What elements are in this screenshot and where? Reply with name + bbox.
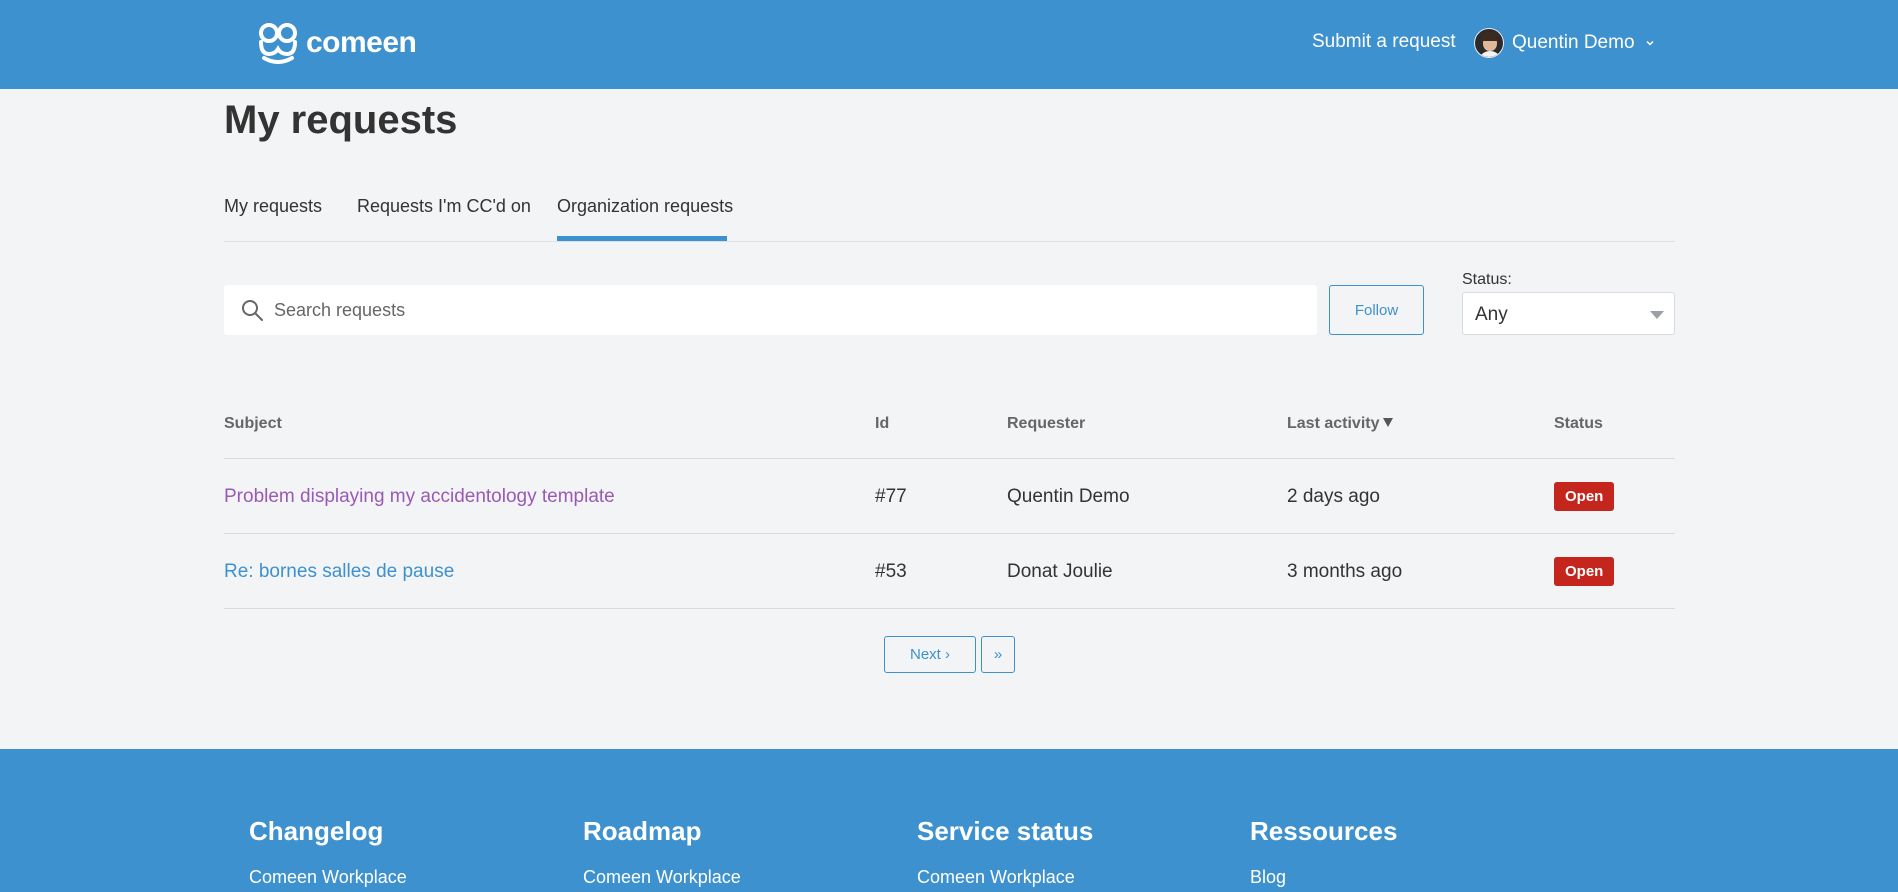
search-input[interactable] xyxy=(274,285,1304,335)
request-subject-link[interactable]: Problem displaying my accidentology temp… xyxy=(224,486,615,508)
request-tabs: My requests Requests I'm CC'd on Organiz… xyxy=(224,193,1675,242)
sort-descending-icon xyxy=(1383,418,1394,427)
status-filter-label: Status: xyxy=(1462,271,1512,288)
page-title: My requests xyxy=(224,98,458,142)
request-requester: Donat Joulie xyxy=(1007,561,1113,582)
tab-my-requests[interactable]: My requests xyxy=(224,196,322,217)
logo-text: comeen xyxy=(306,26,417,59)
footer-link[interactable]: Comeen Workplace xyxy=(249,867,407,888)
request-requester: Quentin Demo xyxy=(1007,486,1130,507)
column-header-id[interactable]: Id xyxy=(875,415,889,433)
column-header-status[interactable]: Status xyxy=(1554,415,1603,433)
request-id: #53 xyxy=(875,561,907,582)
request-last-activity: 2 days ago xyxy=(1287,486,1380,507)
request-last-activity: 3 months ago xyxy=(1287,561,1403,582)
footer-link[interactable]: Blog xyxy=(1250,867,1397,888)
footer-heading: Service status xyxy=(917,816,1094,846)
search-icon xyxy=(242,300,263,321)
comeen-logo-icon xyxy=(259,23,297,64)
pagination-last-button[interactable]: » xyxy=(981,636,1015,673)
table-row: Re: bornes salles de pause #53 Donat Jou… xyxy=(224,534,1675,609)
chevron-down-icon xyxy=(1645,40,1654,46)
column-header-subject[interactable]: Subject xyxy=(224,415,282,433)
site-footer: Changelog Comeen Workplace Roadmap Comee… xyxy=(0,749,1898,892)
footer-column-service-status: Service status Comeen Workplace xyxy=(917,816,1093,888)
tab-cc-requests[interactable]: Requests I'm CC'd on xyxy=(357,196,531,217)
footer-heading: Ressources xyxy=(1250,816,1398,846)
top-header: comeen Submit a request Quentin Demo xyxy=(0,0,1898,89)
status-badge: Open xyxy=(1554,557,1615,586)
column-header-last-activity[interactable]: Last activity xyxy=(1287,415,1394,433)
footer-column-roadmap: Roadmap Comeen Workplace xyxy=(583,816,741,888)
avatar xyxy=(1474,28,1504,58)
last-activity-label: Last activity xyxy=(1287,415,1380,432)
active-tab-indicator xyxy=(557,236,727,241)
status-badge: Open xyxy=(1554,482,1615,511)
request-subject-link[interactable]: Re: bornes salles de pause xyxy=(224,561,454,583)
tab-organization-requests[interactable]: Organization requests xyxy=(557,196,733,217)
request-id: #77 xyxy=(875,486,907,507)
column-header-requester[interactable]: Requester xyxy=(1007,415,1085,433)
caret-down-icon xyxy=(1650,311,1664,319)
footer-link[interactable]: Comeen Workplace xyxy=(583,867,741,888)
footer-heading: Changelog xyxy=(249,816,384,846)
search-box xyxy=(224,285,1317,335)
status-filter-value: Any xyxy=(1475,304,1508,325)
footer-link[interactable]: Comeen Workplace xyxy=(917,867,1093,888)
table-row: Problem displaying my accidentology temp… xyxy=(224,459,1675,534)
follow-button[interactable]: Follow xyxy=(1329,285,1424,335)
pagination-next-button[interactable]: Next › xyxy=(884,636,976,673)
status-filter-select[interactable]: Any xyxy=(1462,292,1675,335)
user-menu[interactable]: Quentin Demo xyxy=(1474,28,1655,58)
footer-column-changelog: Changelog Comeen Workplace xyxy=(249,816,407,888)
comeen-logo[interactable]: comeen xyxy=(256,22,417,64)
submit-request-link[interactable]: Submit a request xyxy=(1312,31,1456,53)
user-name: Quentin Demo xyxy=(1512,32,1635,53)
footer-heading: Roadmap xyxy=(583,816,702,846)
footer-column-ressources: Ressources Blog xyxy=(1250,816,1397,888)
